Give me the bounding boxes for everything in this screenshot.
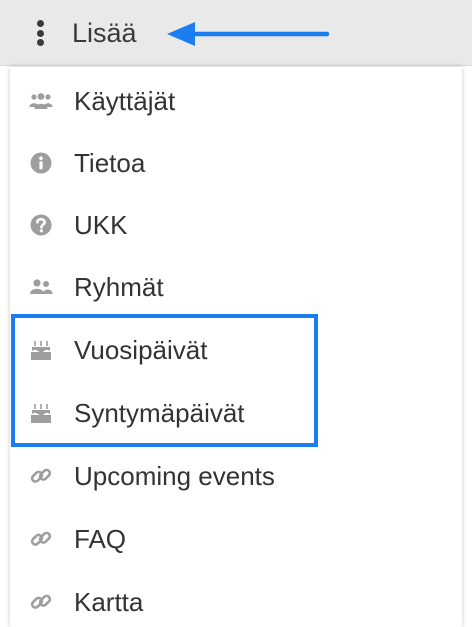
menu-item-upcoming-events[interactable]: Upcoming events [10, 445, 462, 507]
info-circle-icon [29, 151, 53, 175]
menu-item-label: Käyttäjät [74, 85, 176, 116]
menu-item-label: Ryhmät [74, 271, 164, 302]
kebab-vertical-icon [30, 19, 50, 47]
menu-item-groups[interactable]: Ryhmät [10, 256, 462, 318]
menu-item-label: Upcoming events [74, 460, 275, 491]
pointer-arrow-icon [167, 22, 330, 46]
menu-item-users[interactable]: Käyttäjät [10, 70, 462, 132]
group-icon [29, 275, 53, 299]
menu-item-label: Tietoa [74, 147, 146, 178]
menu-item-faq[interactable]: FAQ [10, 508, 462, 570]
link-icon [29, 590, 53, 614]
menu-item-label: Vuosipäivät [74, 334, 208, 365]
menu-item-faq-fi[interactable]: UKK [10, 194, 462, 256]
more-menu-label: Lisää [72, 17, 137, 48]
top-bar: Lisää [0, 0, 472, 66]
link-icon [29, 527, 53, 551]
more-dropdown-menu: Käyttäjät Tietoa UKK Ryhmät Vuosipäivät … [10, 67, 462, 627]
birthday-cake-icon [29, 338, 53, 362]
menu-item-map[interactable]: Kartta [10, 571, 462, 627]
users-icon [29, 89, 53, 113]
menu-item-label: FAQ [74, 523, 127, 554]
more-menu-button[interactable]: Lisää [30, 12, 137, 54]
menu-item-label: Kartta [74, 586, 144, 617]
menu-item-info[interactable]: Tietoa [10, 132, 462, 194]
link-icon [29, 464, 53, 488]
question-circle-icon [29, 213, 53, 237]
birthday-cake-icon [29, 401, 53, 425]
menu-item-label: UKK [74, 209, 128, 240]
menu-item-anniversaries[interactable]: Vuosipäivät [10, 319, 462, 381]
menu-item-label: Syntymäpäivät [74, 397, 245, 428]
menu-item-birthdays[interactable]: Syntymäpäivät [10, 382, 462, 444]
